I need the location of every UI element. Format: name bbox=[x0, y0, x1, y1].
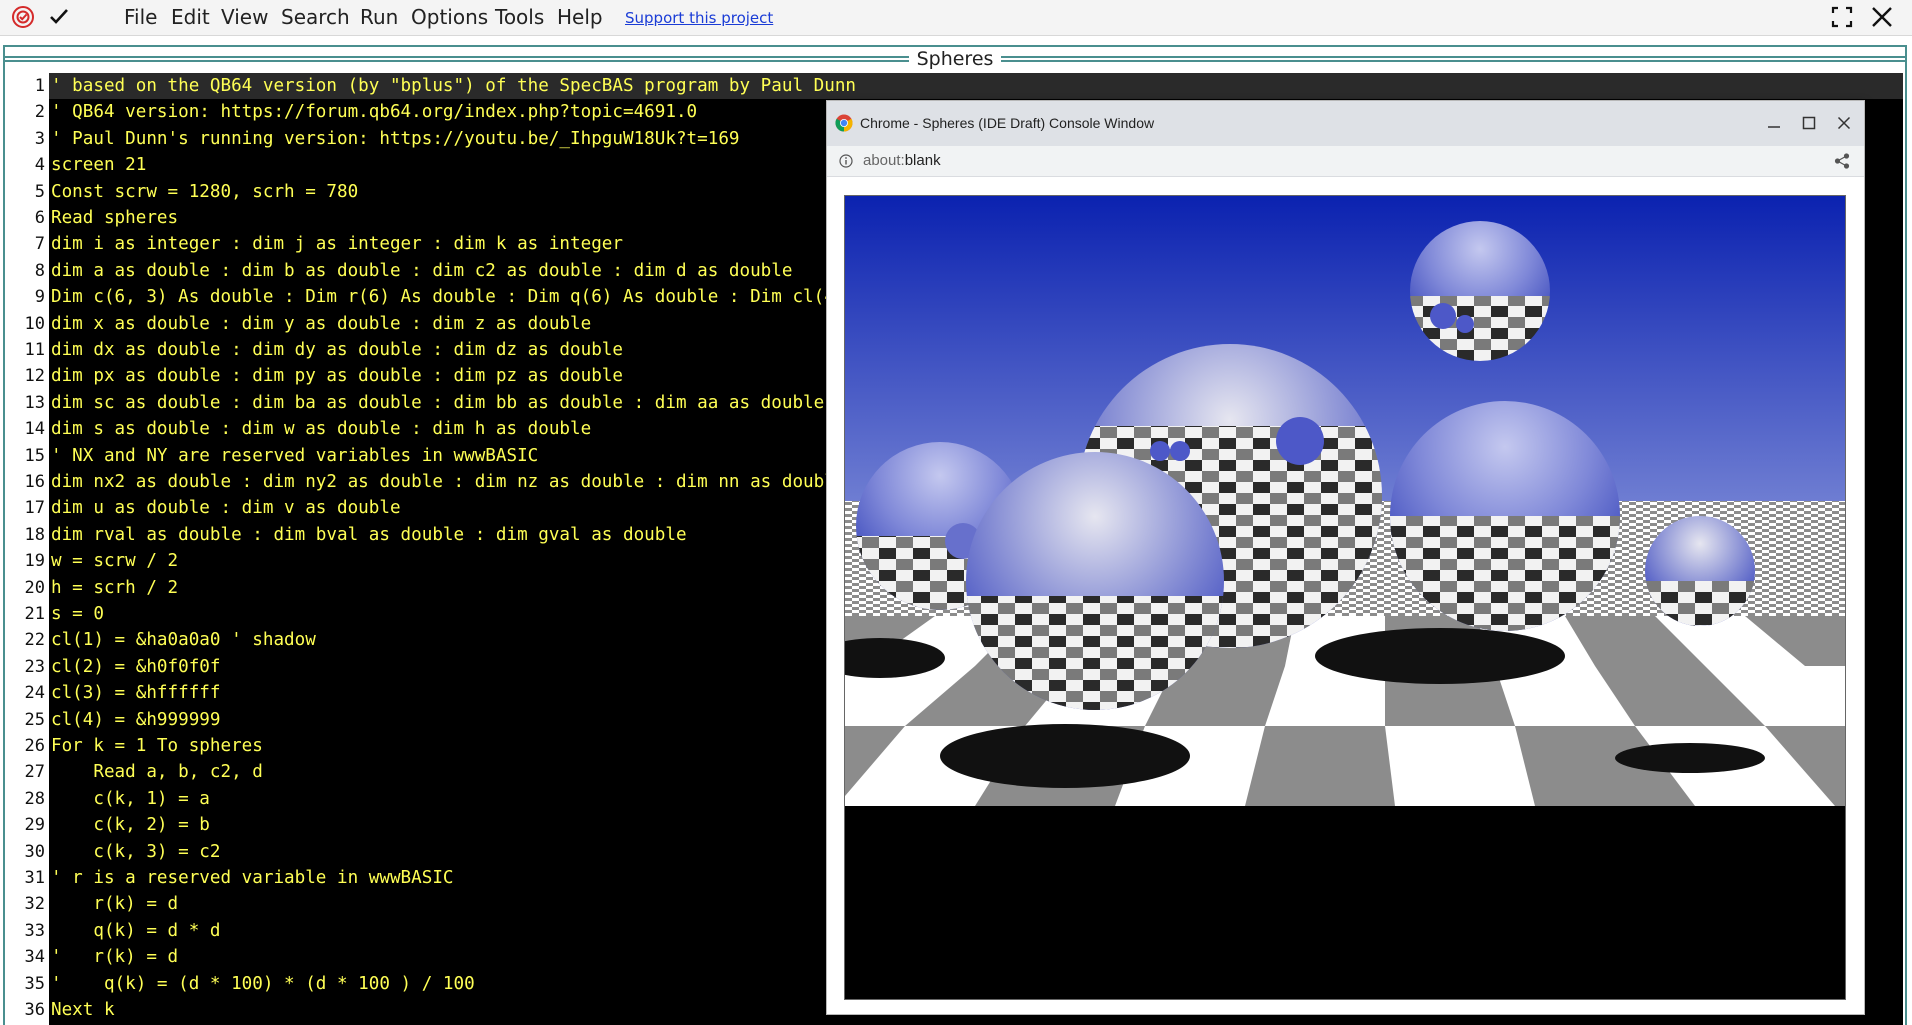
menu-options[interactable]: Options bbox=[411, 6, 488, 28]
menu-edit[interactable]: Edit bbox=[171, 6, 210, 28]
line-number: 5 bbox=[34, 181, 45, 202]
line-number: 20 bbox=[24, 577, 45, 598]
console-popup-window: Chrome - Spheres (IDE Draft) Console Win… bbox=[826, 100, 1865, 1015]
line-number: 1 bbox=[34, 76, 45, 96]
line-number: 24 bbox=[24, 683, 45, 704]
line-number: 8 bbox=[34, 260, 45, 281]
menu-tools[interactable]: Tools bbox=[495, 6, 544, 28]
line-number: 16 bbox=[24, 472, 45, 492]
popup-title: Chrome - Spheres (IDE Draft) Console Win… bbox=[860, 115, 1155, 131]
raytrace-render-canvas bbox=[844, 195, 1846, 1000]
maximize-icon[interactable] bbox=[1795, 111, 1823, 135]
chrome-logo-icon bbox=[835, 114, 853, 136]
menu-file[interactable]: File bbox=[124, 6, 157, 28]
line-number: 2 bbox=[34, 102, 45, 123]
line-number: 29 bbox=[24, 815, 45, 836]
menubar: File Edit View Search Run Options Tools … bbox=[0, 0, 1912, 36]
line-number: 18 bbox=[24, 524, 45, 545]
line-number: 23 bbox=[24, 656, 45, 677]
line-number: 10 bbox=[24, 313, 45, 334]
line-number: 12 bbox=[24, 366, 45, 387]
info-icon[interactable] bbox=[839, 153, 853, 172]
line-number: 14 bbox=[24, 419, 45, 440]
line-number: 26 bbox=[24, 736, 45, 756]
menu-run[interactable]: Run bbox=[360, 6, 398, 28]
line-number: 4 bbox=[34, 155, 45, 176]
line-number: 32 bbox=[24, 894, 45, 915]
frame-border-line bbox=[5, 56, 1905, 62]
raytrace-output-image bbox=[845, 196, 1845, 999]
close-icon[interactable] bbox=[1830, 111, 1858, 135]
line-number: 6 bbox=[34, 208, 45, 228]
line-number: 36 bbox=[24, 1000, 45, 1020]
line-number: 3 bbox=[34, 128, 45, 149]
line-number: 15 bbox=[24, 445, 45, 466]
minimize-icon[interactable] bbox=[1760, 111, 1788, 135]
line-number: 21 bbox=[24, 604, 45, 624]
line-number: 31 bbox=[24, 868, 45, 888]
line-number: 9 bbox=[34, 287, 45, 308]
share-icon[interactable] bbox=[1834, 153, 1850, 173]
line-number-gutter: 1 2 3 4 5 6 7 8 9 10 11 12 13 14 15 16 17 18 19 20 21 22 23 24 2… bbox=[13, 73, 49, 1025]
line-number: 13 bbox=[24, 392, 45, 413]
line-number: 22 bbox=[24, 630, 45, 651]
url-text[interactable]: about:blank bbox=[863, 152, 941, 169]
close-icon[interactable] bbox=[1869, 4, 1895, 30]
line-number: 7 bbox=[34, 234, 45, 255]
menu-view[interactable]: View bbox=[221, 6, 268, 28]
menu-help[interactable]: Help bbox=[557, 6, 603, 28]
stop-icon[interactable] bbox=[10, 4, 36, 30]
line-number: 33 bbox=[24, 920, 45, 941]
line-number: 28 bbox=[24, 788, 45, 809]
code-line[interactable]: ' based on the QB64 version (by "bplus")… bbox=[49, 73, 1903, 100]
line-number: 17 bbox=[24, 498, 45, 519]
editor-title-bar: Spheres bbox=[5, 47, 1905, 73]
line-number: 27 bbox=[24, 762, 45, 783]
line-number: 19 bbox=[24, 551, 45, 572]
check-icon[interactable] bbox=[46, 4, 72, 30]
line-number: 25 bbox=[24, 709, 45, 730]
canvas-empty-area bbox=[845, 806, 1845, 999]
line-number: 11 bbox=[24, 340, 45, 360]
support-link[interactable]: Support this project bbox=[625, 9, 773, 27]
menu-search[interactable]: Search bbox=[281, 6, 350, 28]
line-number: 35 bbox=[24, 973, 45, 994]
line-number: 30 bbox=[24, 841, 45, 862]
fullscreen-icon[interactable] bbox=[1829, 4, 1855, 30]
popup-titlebar[interactable]: Chrome - Spheres (IDE Draft) Console Win… bbox=[827, 101, 1864, 146]
line-number: 34 bbox=[24, 947, 45, 968]
address-bar[interactable]: about:blank bbox=[827, 146, 1864, 177]
